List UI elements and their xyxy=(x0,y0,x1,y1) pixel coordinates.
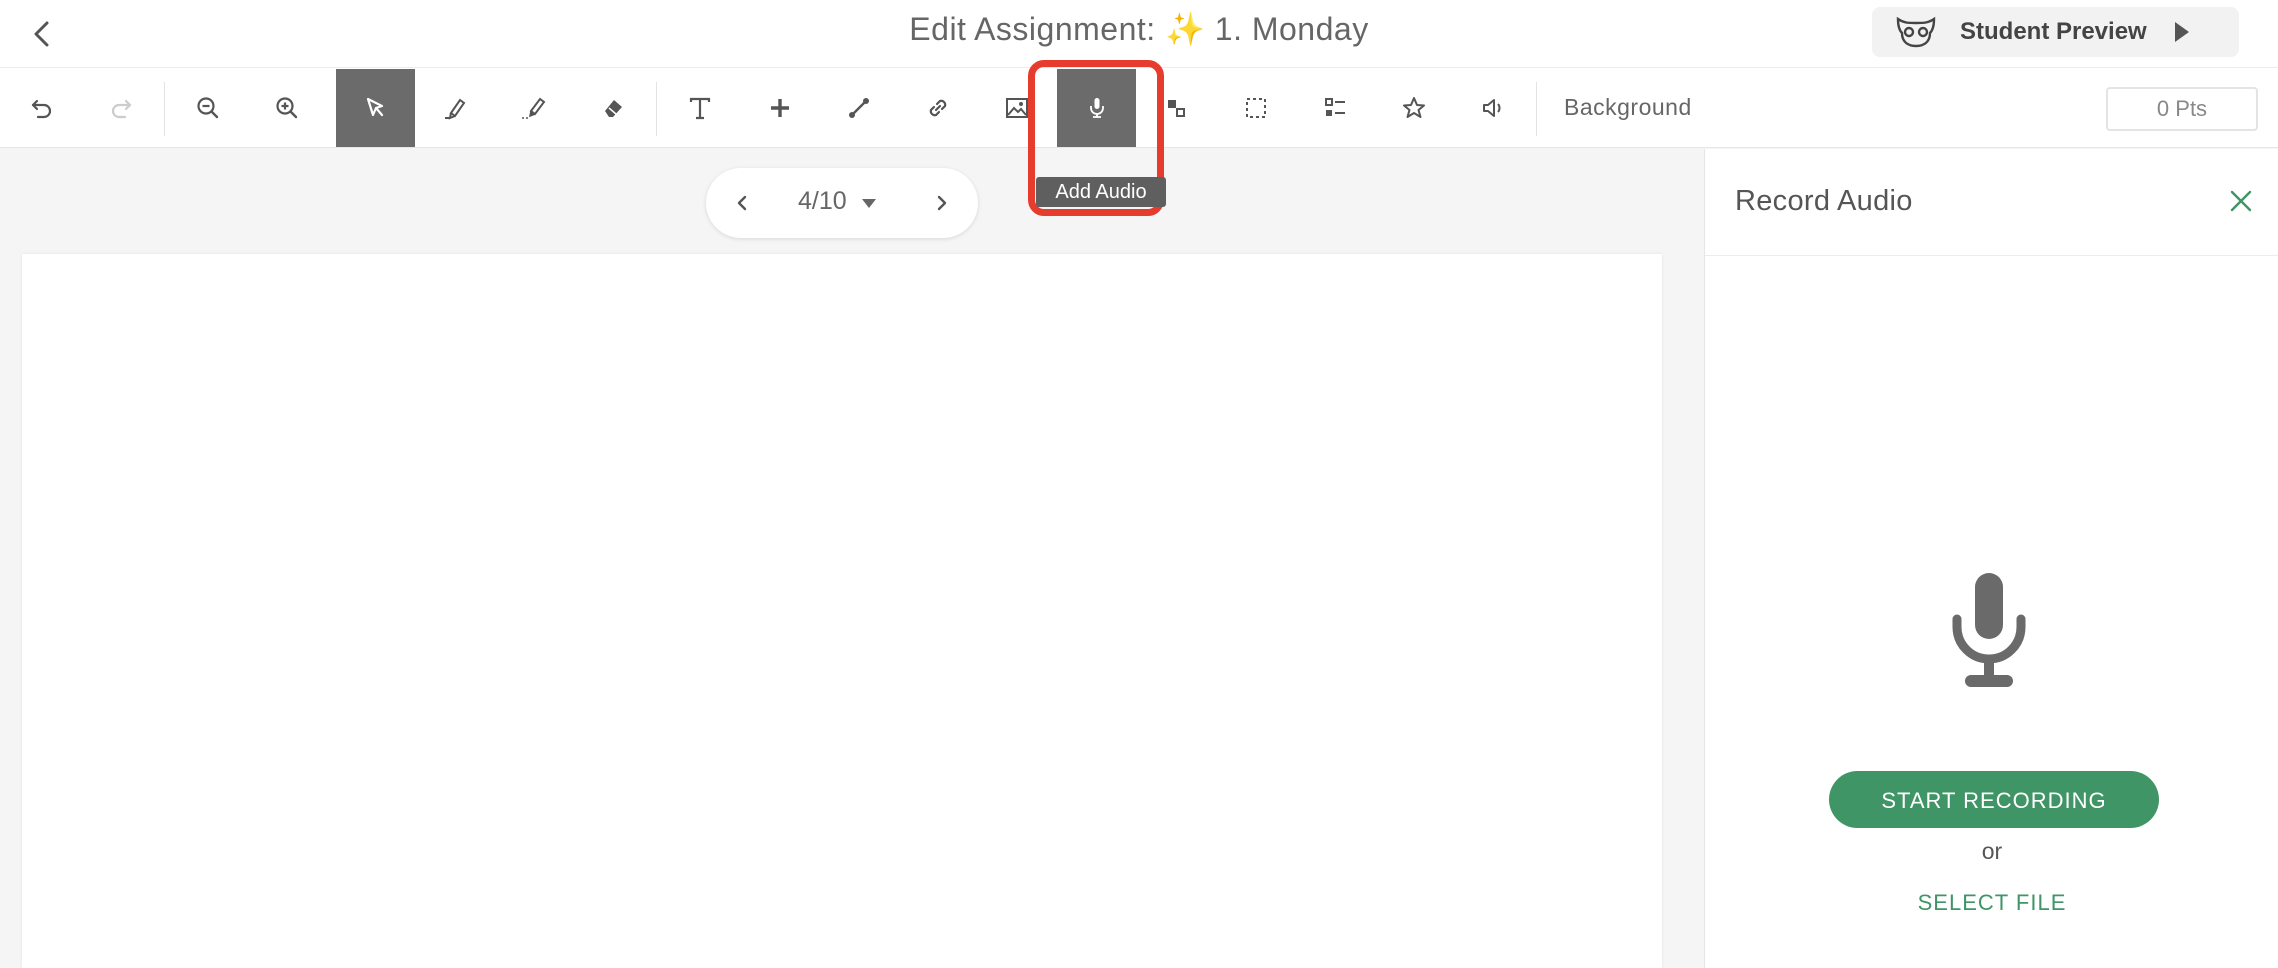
panel-header: Record Audio xyxy=(1705,149,2278,256)
text-tool-button[interactable] xyxy=(660,69,739,147)
chevron-right-icon[interactable] xyxy=(928,190,954,216)
text-icon xyxy=(689,97,710,120)
question-tool-button[interactable] xyxy=(1295,69,1374,147)
zoom-in-icon xyxy=(275,97,297,119)
eraser-icon xyxy=(604,100,622,117)
zoom-out-button[interactable] xyxy=(168,69,247,147)
close-icon[interactable] xyxy=(2227,187,2255,215)
speaker-icon xyxy=(1482,99,1500,117)
dashed-select-icon xyxy=(1245,98,1266,118)
caret-down-icon[interactable] xyxy=(862,199,876,208)
add-tool-button[interactable] xyxy=(740,69,819,147)
zoom-in-button[interactable] xyxy=(247,69,326,147)
play-icon xyxy=(2174,22,2189,42)
assignment-canvas[interactable] xyxy=(22,254,1662,968)
undo-icon xyxy=(31,99,51,119)
highlighter-tool-button[interactable] xyxy=(494,69,573,147)
line-icon xyxy=(848,98,869,118)
image-icon xyxy=(1005,98,1028,118)
add-audio-tooltip: Add Audio xyxy=(1036,177,1166,207)
microphone-icon xyxy=(1952,573,2026,687)
pen-tool-button[interactable] xyxy=(415,69,494,147)
star-icon xyxy=(1402,97,1425,118)
shapes-icon xyxy=(1167,100,1185,117)
link-icon xyxy=(929,99,946,117)
line-tool-button[interactable] xyxy=(819,69,898,147)
eraser-tool-button[interactable] xyxy=(573,69,652,147)
redo-icon xyxy=(111,99,131,119)
plus-icon xyxy=(770,99,789,117)
record-audio-panel: Record Audio START RECORDING or SELECT F… xyxy=(1704,149,2278,968)
panel-title: Record Audio xyxy=(1735,185,1913,217)
start-recording-button[interactable]: START RECORDING xyxy=(1829,771,2159,828)
star-tool-button[interactable] xyxy=(1374,69,1453,147)
redo-button[interactable] xyxy=(81,69,160,147)
cursor-icon xyxy=(366,97,383,117)
speaker-tool-button[interactable] xyxy=(1453,69,1532,147)
checklist-icon xyxy=(1324,98,1345,116)
student-preview-button[interactable]: Student Preview xyxy=(1872,7,2239,57)
select-tool-button[interactable] xyxy=(336,69,415,147)
highlighter-icon xyxy=(521,97,545,119)
background-button[interactable]: Background xyxy=(1564,94,1692,121)
student-preview-label: Student Preview xyxy=(1960,18,2147,45)
owl-icon xyxy=(1896,16,1936,48)
select-file-link[interactable]: SELECT FILE xyxy=(1705,890,2278,916)
area-select-button[interactable] xyxy=(1216,69,1295,147)
or-label: or xyxy=(1981,838,2003,864)
top-header: Edit Assignment: ✨ 1. Monday Student Pre… xyxy=(0,0,2278,68)
chevron-left-icon[interactable] xyxy=(730,190,756,216)
zoom-out-icon xyxy=(196,97,218,119)
points-field[interactable]: 0 Pts xyxy=(2106,87,2258,131)
page-navigator: 4/10 xyxy=(706,168,978,238)
link-tool-button[interactable] xyxy=(898,69,977,147)
page-indicator[interactable]: 4/10 xyxy=(798,187,847,216)
pen-icon xyxy=(444,98,465,120)
undo-button[interactable] xyxy=(2,69,81,147)
